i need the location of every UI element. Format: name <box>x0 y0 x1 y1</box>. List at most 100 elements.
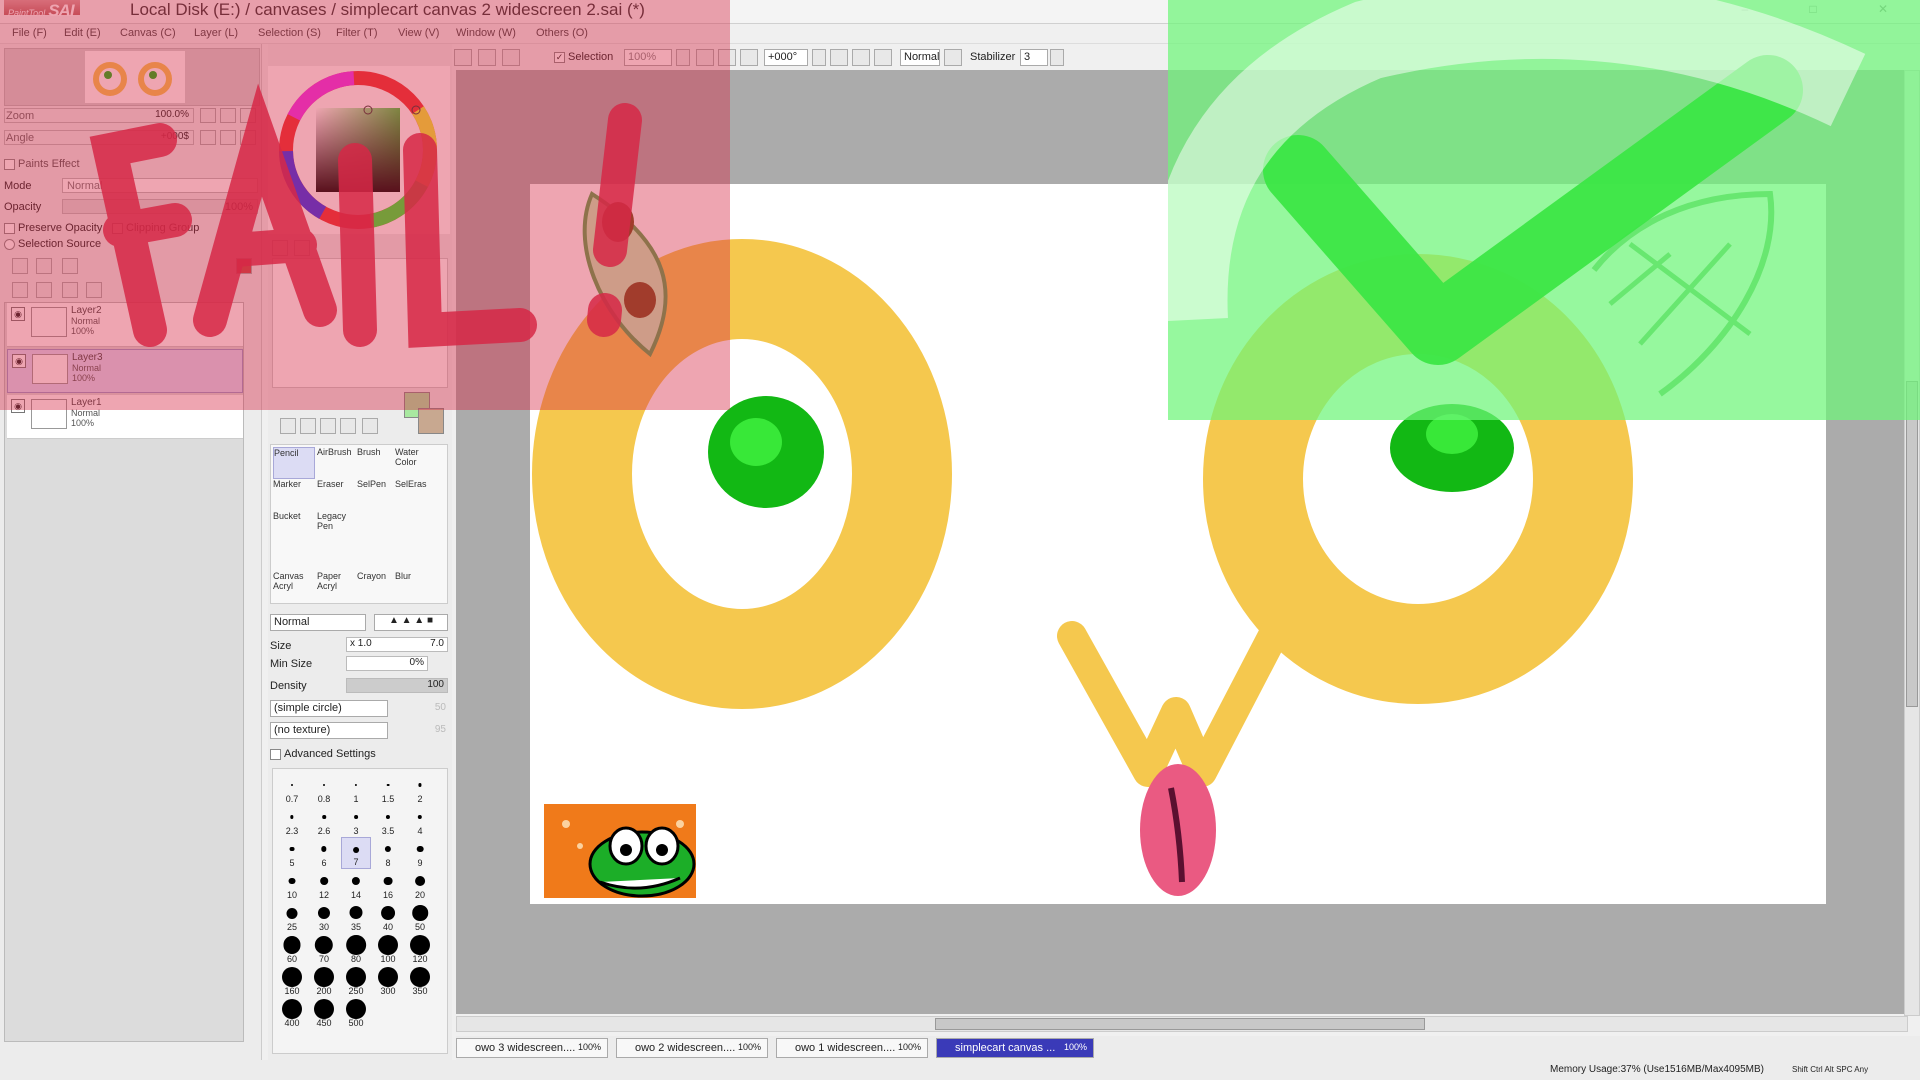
doc-tab[interactable]: owo 3 widescreen.... 100% <box>456 1038 608 1058</box>
angle-slider[interactable]: +000$ <box>4 130 194 145</box>
horizontal-scroll-thumb[interactable] <box>935 1018 1425 1030</box>
tool-airbrush[interactable]: AirBrush <box>317 447 359 479</box>
rotate-reset-icon[interactable] <box>874 49 892 66</box>
brush-shape-selector[interactable]: ▲ ▲ ▲ ■ <box>374 614 448 631</box>
layer-row[interactable]: ◉ Layer2 Normal 100% <box>7 303 243 347</box>
brush-size-3[interactable]: 3 <box>341 805 371 837</box>
brush-size-14[interactable]: 14 <box>341 869 371 901</box>
tool-legacy-pen[interactable]: Legacy Pen <box>317 511 359 543</box>
horizontal-scrollbar[interactable] <box>456 1016 1908 1032</box>
tool-canvas-acryl[interactable]: Canvas Acryl <box>273 571 315 603</box>
angle-field[interactable]: +000° <box>764 49 808 66</box>
swap-colors-icon[interactable] <box>272 240 288 256</box>
eye-icon[interactable]: ◉ <box>11 399 25 413</box>
color-mode-icon[interactable] <box>294 240 310 256</box>
size-slider[interactable]: x 1.0 7.0 <box>346 637 448 652</box>
menu-edit[interactable]: Edit (E) <box>64 27 101 39</box>
rotate-cw-icon[interactable] <box>220 130 236 145</box>
brush-size-60[interactable]: 60 <box>277 933 307 965</box>
clipping-group-toggle[interactable]: Clipping Group <box>112 222 199 234</box>
zoom-out-icon[interactable] <box>696 49 714 66</box>
tool-seleras[interactable]: SelEras <box>395 479 437 511</box>
navigator-preview[interactable] <box>4 48 260 106</box>
deselect-icon[interactable] <box>478 49 496 66</box>
menu-canvas[interactable]: Canvas (C) <box>120 27 176 39</box>
zoom-slider[interactable]: 100.0% <box>4 108 194 123</box>
selection-source-radio[interactable] <box>4 238 15 250</box>
menu-window[interactable]: Window (W) <box>456 27 516 39</box>
brush-blend-select[interactable]: Normal <box>270 614 366 631</box>
menu-selection[interactable]: Selection (S) <box>258 27 321 39</box>
opacity-slider[interactable]: 100% <box>62 199 258 214</box>
brush-size-5[interactable]: 5 <box>277 837 307 869</box>
selection-toggle[interactable]: ✓ Selection <box>554 51 613 63</box>
close-button[interactable]: ✕ <box>1874 2 1892 16</box>
brush-size-9[interactable]: 9 <box>405 837 435 869</box>
eye-icon[interactable]: ◉ <box>12 354 26 368</box>
blend-mode-field[interactable]: Normal <box>900 49 940 66</box>
brush-size-10[interactable]: 10 <box>277 869 307 901</box>
density-slider[interactable]: 100 <box>346 678 448 693</box>
tool-brush[interactable]: Brush <box>357 447 399 479</box>
brush-size-300[interactable]: 300 <box>373 965 403 997</box>
new-linework-layer-icon[interactable] <box>36 258 52 274</box>
brush-size-8[interactable]: 8 <box>373 837 403 869</box>
mode-select[interactable]: Normal <box>62 178 258 193</box>
rotate-tool-icon[interactable] <box>320 418 336 434</box>
angle-dropdown-icon[interactable] <box>812 49 826 66</box>
flip-icon[interactable] <box>944 49 962 66</box>
doc-tab-active[interactable]: simplecart canvas ... 100% <box>936 1038 1094 1058</box>
brush-size-500[interactable]: 500 <box>341 997 371 1029</box>
brush-size-120[interactable]: 120 <box>405 933 435 965</box>
brush-size-0.8[interactable]: 0.8 <box>309 773 339 805</box>
brush-size-35[interactable]: 35 <box>341 901 371 933</box>
tool-pencil[interactable]: Pencil <box>273 447 315 479</box>
zoom-plus-icon[interactable] <box>220 108 236 123</box>
tool-eraser[interactable]: Eraser <box>317 479 359 511</box>
brush-size-70[interactable]: 70 <box>309 933 339 965</box>
canvas-paper[interactable] <box>530 184 1826 904</box>
zoom-reset-icon[interactable] <box>740 49 758 66</box>
brush-size-16[interactable]: 16 <box>373 869 403 901</box>
eyedropper-icon[interactable] <box>362 418 378 434</box>
stabilizer-field[interactable]: 3 <box>1020 49 1048 66</box>
menu-file[interactable]: File (F) <box>12 27 47 39</box>
brush-texture-select[interactable]: (no texture) <box>270 722 388 739</box>
menu-filter[interactable]: Filter (T) <box>336 27 378 39</box>
new-folder-icon[interactable] <box>62 258 78 274</box>
swatch-area[interactable] <box>272 258 448 388</box>
brush-size-2[interactable]: 2 <box>405 773 435 805</box>
menu-others[interactable]: Others (O) <box>536 27 588 39</box>
minsize-slider[interactable]: 0% <box>346 656 428 671</box>
new-layer-icon[interactable] <box>12 258 28 274</box>
brush-size-20[interactable]: 20 <box>405 869 435 901</box>
tool-water-color[interactable]: Water Color <box>395 447 437 479</box>
brush-size-400[interactable]: 400 <box>277 997 307 1029</box>
brush-size-7[interactable]: 7 <box>341 837 371 869</box>
rotate-ccw-icon[interactable] <box>200 130 216 145</box>
rotate-right-icon[interactable] <box>852 49 870 66</box>
hand-tool-icon[interactable] <box>340 418 356 434</box>
brush-size-2.6[interactable]: 2.6 <box>309 805 339 837</box>
tool-paper-acryl[interactable]: Paper Acryl <box>317 571 359 603</box>
zoom-tool-icon[interactable] <box>300 418 316 434</box>
brush-size-160[interactable]: 160 <box>277 965 307 997</box>
brush-size-4[interactable]: 4 <box>405 805 435 837</box>
tool-selpen[interactable]: SelPen <box>357 479 399 511</box>
tool-crayon[interactable]: Crayon <box>357 571 399 603</box>
brush-size-2.3[interactable]: 2.3 <box>277 805 307 837</box>
brush-size-12[interactable]: 12 <box>309 869 339 901</box>
rotate-left-icon[interactable] <box>830 49 848 66</box>
zoom-field[interactable]: 100% <box>624 49 672 66</box>
merge-down-icon[interactable] <box>36 282 52 298</box>
brush-size-0.7[interactable]: 0.7 <box>277 773 307 805</box>
brush-size-50[interactable]: 50 <box>405 901 435 933</box>
vertical-scrollbar[interactable] <box>1904 70 1920 1016</box>
paints-effect-header[interactable]: Paints Effect <box>4 158 80 170</box>
move-tool-icon[interactable] <box>280 418 296 434</box>
zoom-reset-nav-icon[interactable] <box>240 108 256 123</box>
brush-size-30[interactable]: 30 <box>309 901 339 933</box>
menu-layer[interactable]: Layer (L) <box>194 27 238 39</box>
secondary-color-swatch[interactable] <box>418 408 444 434</box>
transfer-down-icon[interactable] <box>12 282 28 298</box>
